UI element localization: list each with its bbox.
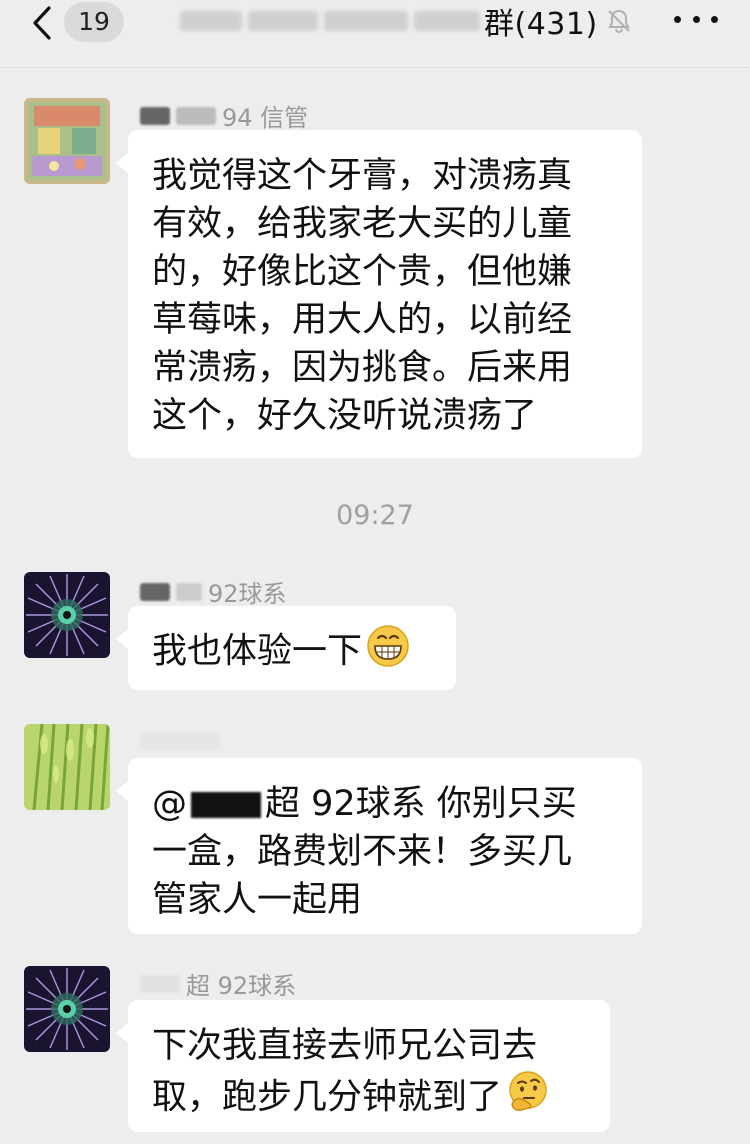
message-bubble[interactable]: 下次我直接去师兄公司去 取，跑步几分钟就到了: [116, 1000, 610, 1132]
mention-at: @: [152, 784, 187, 824]
chat-title[interactable]: 群(431): [180, 0, 632, 42]
message-item: @ 超 92球系 你别只买 一盒，路费划不来！多买几 管家人一起用: [0, 724, 750, 936]
chat-header: 19 群(431): [0, 0, 750, 68]
message-line: 超 92球系 你别只买: [265, 784, 577, 824]
message-item: 92球系 我也体验一下: [0, 572, 750, 692]
message-line: 管家人一起用: [152, 880, 363, 920]
message-line: 一盒，路费划不来！多买几: [152, 832, 573, 872]
bell-slash-icon: [606, 8, 632, 34]
more-dots-icon: [674, 15, 681, 23]
avatar[interactable]: [24, 572, 110, 658]
avatar[interactable]: [24, 724, 110, 810]
message-bubble[interactable]: @ 超 92球系 你别只买 一盒，路费划不来！多买几 管家人一起用: [116, 758, 642, 934]
redacted-name: [191, 792, 261, 818]
title-redacted: [180, 11, 480, 31]
message-item: 94 信管 我觉得这个牙膏，对溃疡真 有效，给我家老大买的儿童 的，好像比这个贵…: [0, 96, 750, 458]
avatar[interactable]: [24, 98, 110, 184]
more-options-button[interactable]: [674, 4, 718, 34]
message-line: 我也体验一下: [152, 631, 363, 672]
sender-name: 94 信管: [140, 98, 308, 133]
chevron-left-icon: [33, 6, 51, 40]
group-name-suffix: 群(431): [484, 7, 598, 42]
message-line: 有效，给我家老大买的儿童: [152, 204, 573, 244]
timestamp: 09:27: [336, 500, 414, 531]
message-bubble[interactable]: 我也体验一下: [116, 606, 456, 690]
grin-emoji: [366, 624, 410, 681]
sender-name: 92球系: [140, 574, 287, 609]
message-item: 超 92球系 下次我直接去师兄公司去 取，跑步几分钟就到了: [0, 966, 750, 1136]
message-line: 这个，好久没听说溃疡了: [152, 396, 538, 436]
thinking-emoji: [506, 1070, 550, 1127]
message-line: 常溃疡，因为挑食。后来用: [152, 348, 573, 388]
message-line: 取，跑步几分钟就到了: [152, 1077, 503, 1118]
sender-name: 超 92球系: [140, 966, 296, 1001]
avatar[interactable]: [24, 966, 110, 1052]
back-button[interactable]: [22, 6, 62, 40]
message-line: 我觉得这个牙膏，对溃疡真: [152, 156, 573, 196]
message-line: 草莓味，用大人的，以前经: [152, 300, 573, 340]
message-line: 的，好像比这个贵，但他嫌: [152, 252, 573, 292]
message-line: 下次我直接去师兄公司去: [152, 1026, 538, 1066]
sender-name-redacted: [140, 732, 220, 750]
message-bubble[interactable]: 我觉得这个牙膏，对溃疡真 有效，给我家老大买的儿童 的，好像比这个贵，但他嫌 草…: [116, 130, 642, 458]
unread-count-badge[interactable]: 19: [64, 2, 124, 42]
